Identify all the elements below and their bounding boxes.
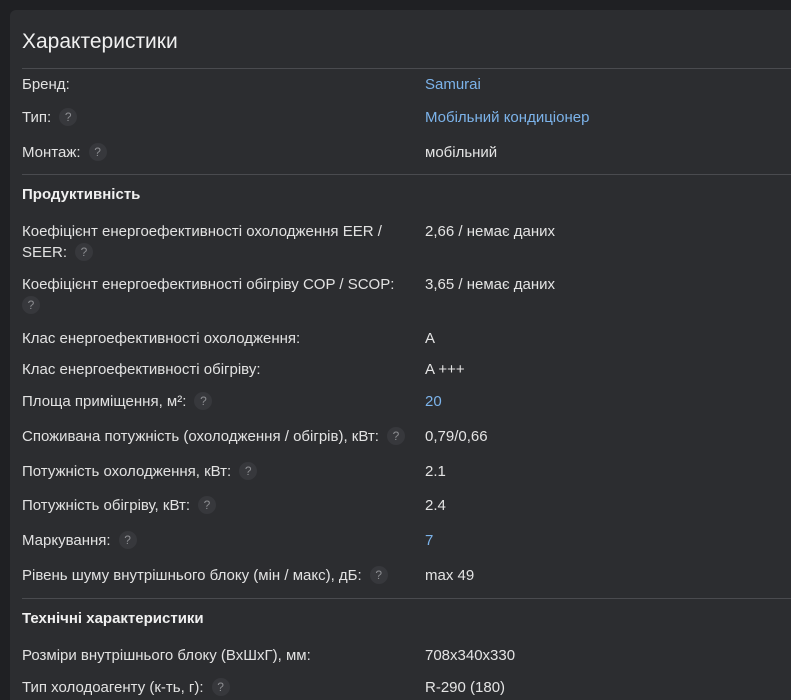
help-icon[interactable]: ? (211, 678, 230, 696)
spec-label: Маркування:? (22, 530, 418, 551)
spec-label-text: Площа приміщення, м²: (22, 393, 187, 410)
spec-label: Тип холодоагенту (к-ть, г):? (22, 677, 418, 698)
divider (22, 174, 791, 175)
spec-value: R-290 (180) (425, 679, 506, 696)
help-icon[interactable]: ? (88, 143, 107, 161)
spec-value: A +++ (425, 361, 465, 378)
spec-label: Розміри внутрішнього блоку (ВхШхГ), мм: (22, 647, 311, 664)
spec-label: Коефіцієнт енергоефективності обігріву C… (22, 274, 418, 316)
panel-title: Характеристики (22, 30, 178, 53)
spec-value: 0,79/0,66 (425, 428, 488, 445)
spec-label: Тип:? (22, 107, 418, 128)
spec-value: 2.4 (425, 497, 446, 514)
help-icon[interactable]: ? (75, 243, 94, 261)
help-icon[interactable]: ? (198, 496, 216, 514)
divider (22, 68, 791, 69)
spec-value: 3,65 / немає даних (425, 276, 556, 293)
spec-label-text: Рівень шуму внутрішнього блоку (мін / ма… (22, 567, 362, 584)
spec-label: Клас енергоефективності охолодження: (22, 330, 301, 347)
spec-label: Бренд: (22, 76, 70, 93)
spec-label: Площа приміщення, м²:? (22, 391, 418, 412)
spec-value: max 49 (425, 567, 475, 584)
spec-label-text: Монтаж: (22, 144, 81, 161)
spec-label-text: Потужність обігріву, кВт: (22, 497, 190, 514)
spec-label: Коефіцієнт енергоефективності охолодженн… (22, 221, 418, 263)
help-icon[interactable]: ? (118, 531, 137, 549)
divider (22, 598, 791, 599)
spec-label-text: Тип холодоагенту (к-ть, г): (22, 679, 204, 696)
section-title-technical: Технічні характеристики (22, 610, 204, 627)
area-link[interactable]: 20 (425, 391, 442, 412)
help-icon[interactable]: ? (386, 427, 405, 445)
spec-label: Монтаж:? (22, 142, 418, 163)
spec-label: Рівень шуму внутрішнього блоку (мін / ма… (22, 565, 418, 586)
help-icon[interactable]: ? (369, 566, 388, 584)
help-icon[interactable]: ? (194, 392, 213, 410)
spec-value: 2.1 (425, 463, 446, 480)
spec-label-text: Потужність охолодження, кВт: (22, 463, 232, 480)
spec-value: A (425, 330, 436, 347)
help-icon[interactable]: ? (239, 462, 258, 480)
spec-label-text: Коефіцієнт енергоефективності обігріву C… (22, 276, 395, 293)
spec-value: мобільний (425, 144, 498, 161)
spec-label: Споживана потужність (охолодження / обіг… (22, 426, 442, 447)
spec-label-text: Тип: (22, 109, 52, 126)
spec-value: 2,66 / немає даних (425, 223, 556, 240)
section-title-performance: Продуктивність (22, 186, 141, 203)
spec-label: Клас енергоефективності обігріву: (22, 361, 261, 378)
type-link[interactable]: Мобільний кондиціонер (425, 107, 589, 128)
spec-value: 708x340x330 (425, 647, 516, 664)
spec-label-text: Маркування: (22, 532, 111, 549)
help-icon[interactable]: ? (59, 108, 78, 126)
help-icon[interactable]: ? (22, 296, 40, 314)
marking-link[interactable]: 7 (425, 530, 433, 551)
characteristics-panel: Характеристики Бренд: Samurai Тип:? Мобі… (10, 10, 791, 700)
spec-label-text: Споживана потужність (охолодження / обіг… (22, 428, 379, 445)
spec-label: Потужність обігріву, кВт:? (22, 495, 418, 516)
spec-label: Потужність охолодження, кВт:? (22, 461, 418, 482)
brand-link[interactable]: Samurai (425, 74, 481, 95)
